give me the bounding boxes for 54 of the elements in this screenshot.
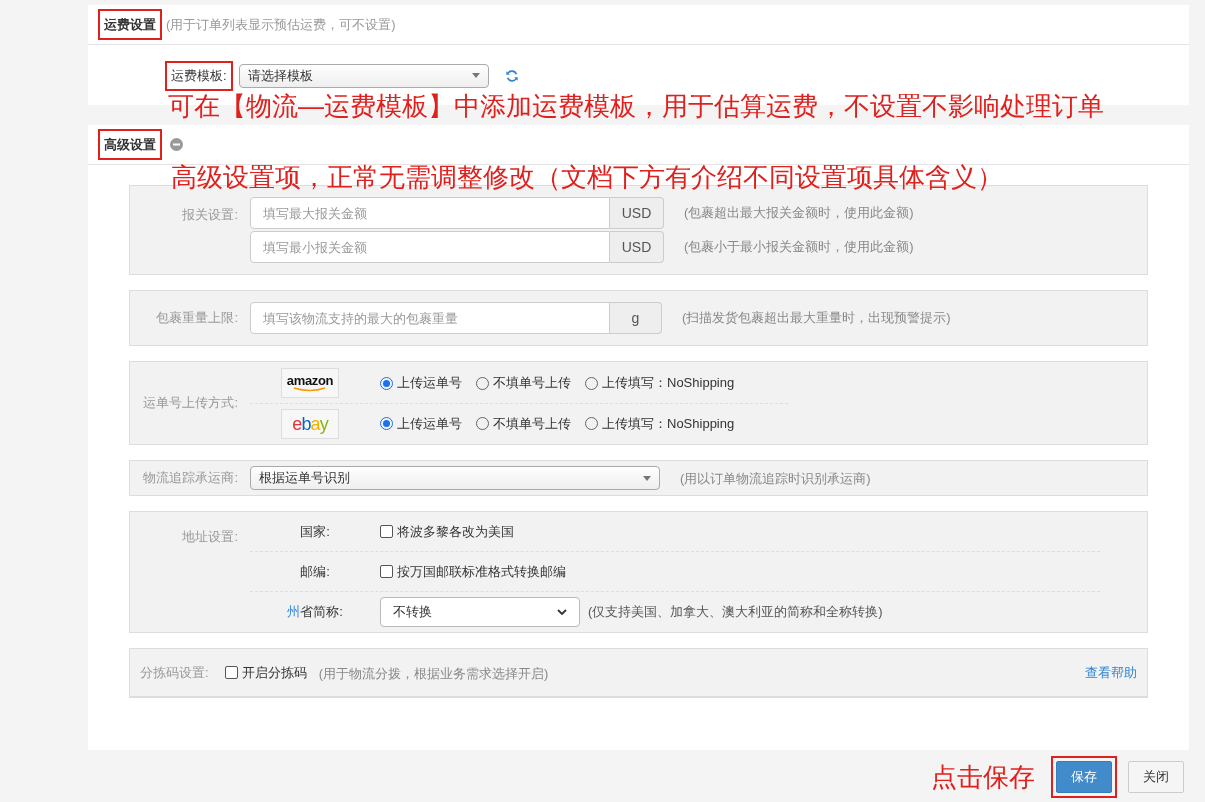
input-field[interactable]: 填写最小报关金额 [250,231,610,263]
checkbox-label: 开启分拣码 [241,663,307,682]
radio-option[interactable]: 上传填写：NoShipping [585,413,735,434]
hint-text: (扫描发货包裹超出最大重量时，出现预警提示) [682,309,951,328]
dialog-button[interactable]: 保存 [1056,761,1112,793]
field-label: 运单号上传方式: [143,395,238,411]
radio-option[interactable]: 上传填写：NoShipping [585,373,735,393]
field-label: 包裹重量上限: [156,310,238,326]
unit-label: USD [610,197,664,229]
dropdown-caret-icon [643,475,651,481]
help-link[interactable]: 查看帮助 [1085,662,1137,683]
platform-logo: amazon [281,368,339,398]
input-field[interactable]: 填写该物流支持的最大的包裹重量 [250,302,610,334]
hint-text: (用于物流分拨，根据业务需求选择开启) [318,665,549,681]
annotation-text: 点击保存 [931,764,1035,790]
field-label: 省简称: [300,603,343,622]
field-label: 国家: [300,522,330,541]
hint-text: (用以订单物流追踪时识别承运商) [680,471,871,486]
state-link[interactable]: 州 [287,602,301,622]
radio-option[interactable]: 上传运单号 [380,413,462,434]
checkbox[interactable] [224,666,238,679]
annotation-text: 可在【物流—运费模板】中添加运费模板，用于估算运费，不设置不影响处理订单 [168,93,1104,119]
field-label: 地址设置: [182,529,238,544]
template-select[interactable]: 请选择模板 [238,63,489,88]
dropdown-caret-icon [471,73,480,79]
abbreviation-select[interactable]: 不转换 [380,597,580,627]
field-label: 分拣码设置: [140,663,209,682]
checkbox-label: 按万国邮联标准格式转换邮编 [397,562,566,581]
platform-logo: ebay [281,408,339,439]
section-title: 运费设置 [98,8,162,41]
collapse-icon[interactable] [170,138,183,151]
unit-label: g [610,302,662,334]
field-label: 报关设置: [182,207,238,222]
checkbox-label: 将波多黎各改为美国 [397,522,514,541]
dialog-button[interactable]: 关闭 [1128,761,1184,793]
radio-option[interactable]: 不填单号上传 [476,373,571,393]
field-label: 邮编: [300,562,330,581]
chevron-down-icon [557,608,567,616]
input-field[interactable]: 填写最大报关金额 [250,197,610,229]
checkbox[interactable] [380,565,393,578]
unit-label: USD [610,231,664,263]
refresh-icon[interactable] [504,68,519,83]
section-hint: (用于订单列表显示预估运费，可不设置) [166,15,396,34]
hint-text: (仅支持美国、加拿大、澳大利亚的简称和全称转换) [588,603,883,622]
checkbox[interactable] [380,525,393,538]
radio-option[interactable]: 不填单号上传 [476,413,571,434]
carrier-select[interactable]: 根据运单号识别 [250,466,660,490]
field-label: 物流追踪承运商: [143,470,238,486]
radio-option[interactable]: 上传运单号 [380,373,462,393]
hint-text: (包裹超出最大报关金额时，使用此金额) [684,204,914,223]
annotation-text: 高级设置项，正常无需调整修改（文档下方有介绍不同设置项具体含义） [171,164,1003,190]
hint-text: (包裹小于最小报关金额时，使用此金额) [684,238,914,257]
field-label: 运费模板: [165,61,233,91]
section-title: 高级设置 [98,128,162,161]
